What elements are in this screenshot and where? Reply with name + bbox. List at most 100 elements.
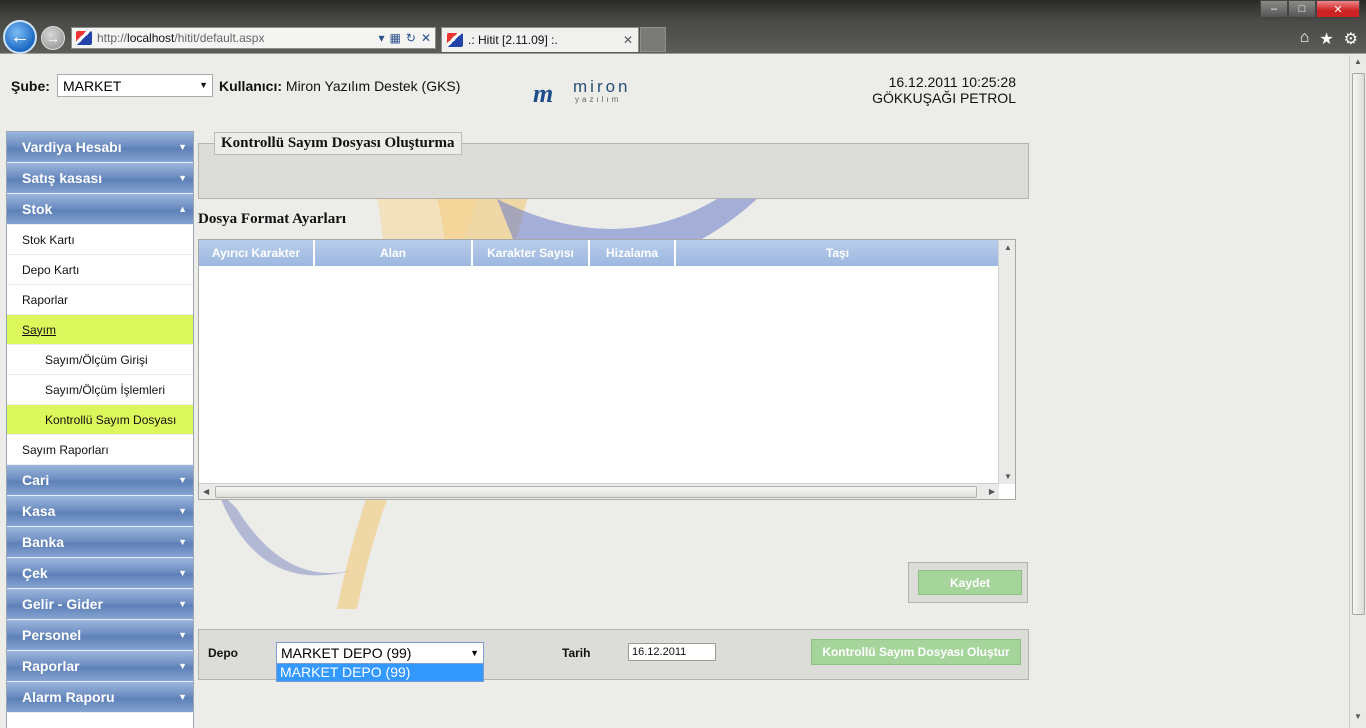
company-name: GÖKKUŞAĞI PETROL [872,90,1016,106]
scroll-down-icon[interactable]: ▼ [1352,712,1364,726]
forward-button[interactable]: → [41,26,65,50]
chevron-down-icon: ▼ [178,692,187,702]
grid-vertical-scrollbar[interactable]: ▲ ▼ [998,240,1015,484]
main-content: Kontrollü Sayım Dosyası Oluşturma Dosya … [197,129,1031,689]
tarih-label: Tarih [562,646,591,660]
page-vertical-scrollbar[interactable]: ▲ ▼ [1349,55,1366,728]
menu-vardiya[interactable]: Vardiya Hesabı ▼ [7,132,193,163]
current-datetime: 16.12.2011 10:25:28 [888,74,1016,90]
chevron-down-icon: ▼ [178,599,187,609]
stop-icon[interactable]: ✕ [421,31,431,45]
sidebar-menu: Vardiya Hesabı ▼ Satış kasası ▼ Stok ▲ Stok… [6,131,194,728]
sube-label: Şube: [11,78,50,94]
sube-select[interactable]: MARKET ▼ [57,74,213,97]
minimize-button[interactable]: – [1260,0,1288,18]
scroll-up-icon[interactable]: ▲ [1004,243,1012,252]
browser-tab[interactable]: .: Hitit [2.11.09] :. ✕ [441,27,639,52]
dropdown-icon[interactable]: ▾ [379,31,385,45]
format-grid: Ayırıcı Karakter Alan Karakter Sayısı Hi… [198,239,1016,500]
browser-toolbar: ← → http://localhost/hitit/default.aspx … [0,0,1366,54]
column-header[interactable]: Taşı [676,240,999,266]
chevron-down-icon: ▼ [470,648,479,658]
column-header[interactable]: Ayırıcı Karakter [199,240,315,266]
scroll-down-icon[interactable]: ▼ [1004,472,1012,481]
home-icon[interactable]: ⌂ [1300,29,1310,49]
miron-logo: m miron yazılım [533,75,637,108]
new-tab-button[interactable] [640,27,666,52]
arrow-left-icon: ← [10,25,30,48]
tab-favicon-icon [447,33,463,47]
scroll-left-icon[interactable]: ◀ [203,487,209,496]
favorites-star-icon[interactable]: ★ [1319,29,1333,49]
chevron-up-icon: ▲ [178,204,187,214]
site-favicon-icon [76,31,92,45]
depo-dropdown-option[interactable]: MARKET DEPO (99) [276,664,484,682]
menu-stok[interactable]: Stok ▲ [7,194,193,225]
scroll-thumb[interactable] [1352,73,1365,615]
column-header[interactable]: Hizalama [590,240,676,266]
save-button[interactable]: Kaydet [918,570,1022,595]
menu-alarm-raporu[interactable]: Alarm Raporu ▼ [7,682,193,713]
chevron-down-icon: ▼ [199,80,208,90]
tab-close-icon[interactable]: ✕ [623,33,633,47]
menu-item-sayim[interactable]: Sayım [7,315,193,345]
tab-title: .: Hitit [2.11.09] :. [468,33,558,47]
scroll-right-icon[interactable]: ▶ [989,487,995,496]
chevron-down-icon: ▼ [178,475,187,485]
sube-value: MARKET [63,78,122,94]
chevron-down-icon: ▼ [178,506,187,516]
column-header[interactable]: Alan [315,240,473,266]
chevron-down-icon: ▼ [178,568,187,578]
menu-cari[interactable]: Cari ▼ [7,465,193,496]
depo-label: Depo [208,646,238,660]
close-window-button[interactable]: ✕ [1316,0,1360,18]
arrow-right-icon: → [46,30,60,46]
format-settings-title: Dosya Format Ayarları [198,211,347,227]
maximize-button[interactable]: □ [1288,0,1316,18]
menu-item-raporlar[interactable]: Raporlar [7,285,193,315]
menu-item-stok-karti[interactable]: Stok Kartı [7,225,193,255]
chevron-down-icon: ▼ [178,661,187,671]
chevron-down-icon: ▼ [178,173,187,183]
menu-raporlar[interactable]: Raporlar ▼ [7,651,193,682]
logo-name: miron [573,77,631,96]
column-header[interactable]: Karakter Sayısı [473,240,590,266]
refresh-icon[interactable]: ↻ [406,31,416,45]
tarih-input[interactable]: 16.12.2011 [628,643,716,661]
scroll-thumb[interactable] [215,486,977,498]
menu-cek[interactable]: Çek ▼ [7,558,193,589]
menu-item-sayim-olcum-girisi[interactable]: Sayım/Ölçüm Girişi [7,345,193,375]
chevron-down-icon: ▼ [178,630,187,640]
scroll-up-icon[interactable]: ▲ [1352,57,1364,71]
depo-select[interactable]: MARKET DEPO (99) ▼ [276,642,484,664]
menu-item-depo-karti[interactable]: Depo Kartı [7,255,193,285]
page-body: Şube: MARKET ▼ Kullanıcı: Miron Yazılım … [0,55,1349,728]
compatibility-icon[interactable]: ▦ [390,31,401,45]
menu-gelir-gider[interactable]: Gelir - Gider ▼ [7,589,193,620]
menu-personel[interactable]: Personel ▼ [7,620,193,651]
settings-gear-icon[interactable]: ⚙ [1344,29,1358,49]
grid-header: Ayırıcı Karakter Alan Karakter Sayısı Hi… [199,240,999,266]
datetime-block: 16.12.2011 10:25:28 GÖKKUŞAĞI PETROL [830,74,1016,106]
logo-sub: yazılım [575,95,622,104]
logo-mark-icon: m [533,79,554,108]
create-file-panel: Depo MARKET DEPO (99) ▼ MARKET DEPO (99)… [198,629,1029,682]
menu-item-sayim-olcum-islemleri[interactable]: Sayım/Ölçüm İşlemleri [7,375,193,405]
top-bar: Şube: MARKET ▼ Kullanıcı: Miron Yazılım … [0,55,1349,125]
menu-satis-kasasi[interactable]: Satış kasası ▼ [7,163,193,194]
menu-banka[interactable]: Banka ▼ [7,527,193,558]
title-panel: Kontrollü Sayım Dosyası Oluşturma [198,132,1029,199]
menu-kasa[interactable]: Kasa ▼ [7,496,193,527]
save-panel: Kaydet [908,562,1028,603]
depo-value: MARKET DEPO (99) [281,645,412,661]
address-bar[interactable]: http://localhost/hitit/default.aspx ▾ ▦ … [71,27,436,49]
menu-item-sayim-raporlari[interactable]: Sayım Raporları [7,435,193,465]
back-button[interactable]: ← [3,20,37,54]
user-info: Kullanıcı: Miron Yazılım Destek (GKS) [219,78,461,94]
create-count-file-button[interactable]: Kontrollü Sayım Dosyası Oluştur [811,639,1021,665]
page-title: Kontrollü Sayım Dosyası Oluşturma [214,132,462,155]
chevron-down-icon: ▼ [178,537,187,547]
menu-item-kontrollu-sayim-dosyasi[interactable]: Kontrollü Sayım Dosyası [7,405,193,435]
chevron-down-icon: ▼ [178,142,187,152]
grid-horizontal-scrollbar[interactable]: ◀ ▶ [199,483,999,499]
